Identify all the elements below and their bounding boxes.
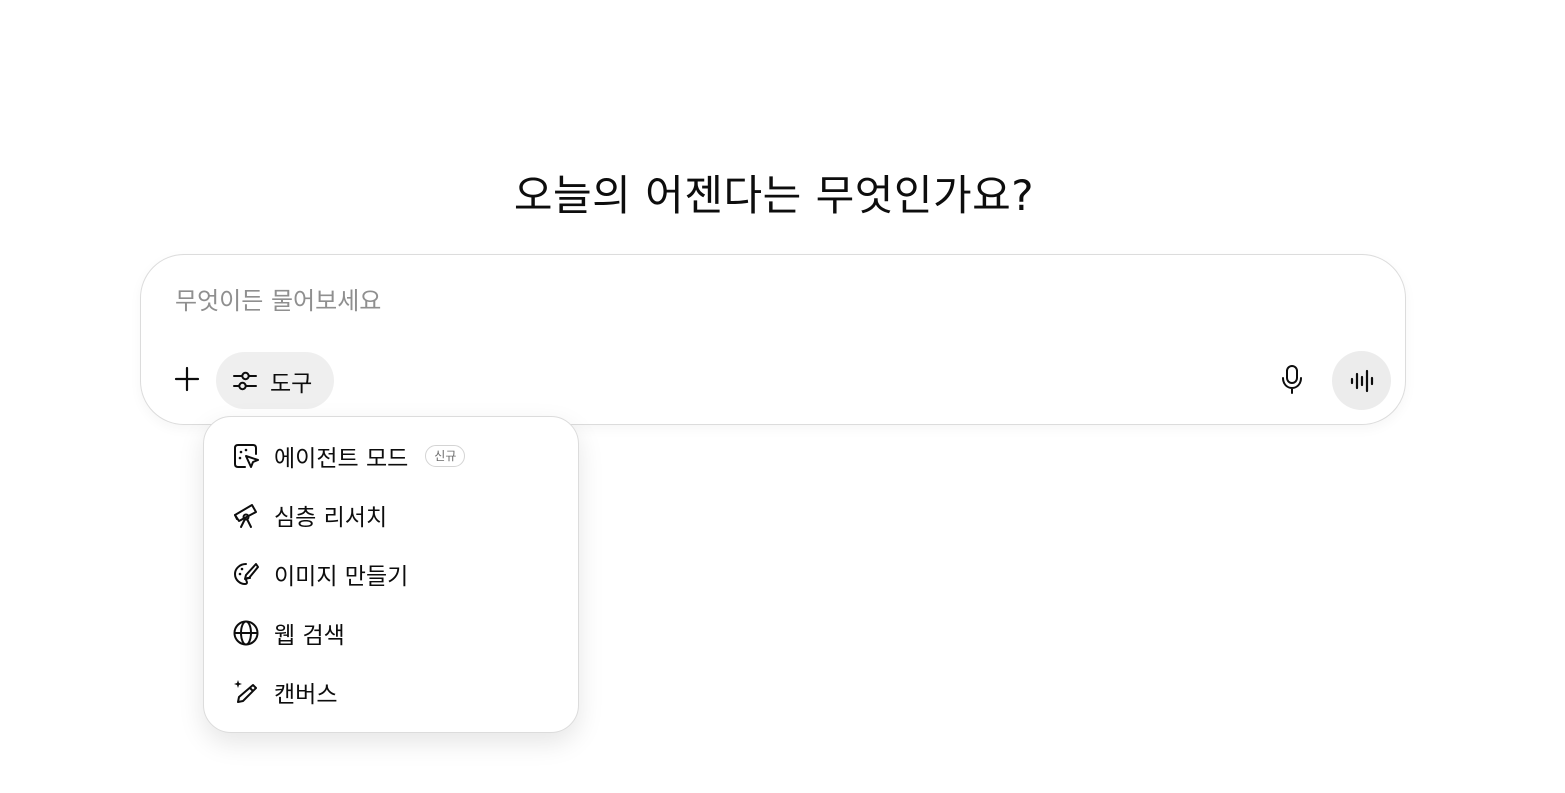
new-badge: 신규 xyxy=(425,445,466,467)
telescope-icon xyxy=(231,500,261,530)
menu-item-label: 웹 검색 xyxy=(274,623,345,649)
tools-label: 도구 xyxy=(270,370,313,397)
add-attachment-button[interactable] xyxy=(165,353,209,405)
palette-brush-icon xyxy=(231,559,261,589)
menu-item-label: 에이전트 모드 xyxy=(274,446,409,472)
agent-cursor-icon xyxy=(231,441,261,471)
menu-item-create-image[interactable]: 이미지 만들기 xyxy=(216,548,568,600)
menu-item-label: 이미지 만들기 xyxy=(274,564,409,590)
page-headline: 오늘의 어젠다는 무엇인가요? xyxy=(513,171,1035,221)
prompt-input[interactable] xyxy=(175,283,1275,319)
globe-icon xyxy=(231,618,261,648)
microphone-icon xyxy=(1282,365,1302,394)
tools-button[interactable]: 도구 xyxy=(216,352,334,409)
sliders-icon xyxy=(233,371,257,390)
voice-waveform-icon xyxy=(1350,369,1373,392)
menu-item-label: 캔버스 xyxy=(274,682,338,708)
menu-item-web-search[interactable]: 웹 검색 xyxy=(216,607,568,659)
chat-home: 오늘의 어젠다는 무엇인가요? 도구 xyxy=(0,0,1565,793)
menu-item-deep-research[interactable]: 심층 리서치 xyxy=(216,489,568,541)
menu-item-canvas[interactable]: 캔버스 xyxy=(216,666,568,718)
tools-menu: 에이전트 모드 신규 심층 리서치 이미지 만들기 웹 검색 캔버스 xyxy=(203,416,579,733)
prompt-composer: 도구 xyxy=(140,254,1406,425)
dictate-button[interactable] xyxy=(1269,353,1315,405)
plus-icon xyxy=(174,366,200,392)
menu-item-agent-mode[interactable]: 에이전트 모드 신규 xyxy=(216,430,568,482)
voice-mode-button[interactable] xyxy=(1332,351,1391,410)
pencil-sparkle-icon xyxy=(231,677,261,707)
menu-item-label: 심층 리서치 xyxy=(274,505,388,531)
